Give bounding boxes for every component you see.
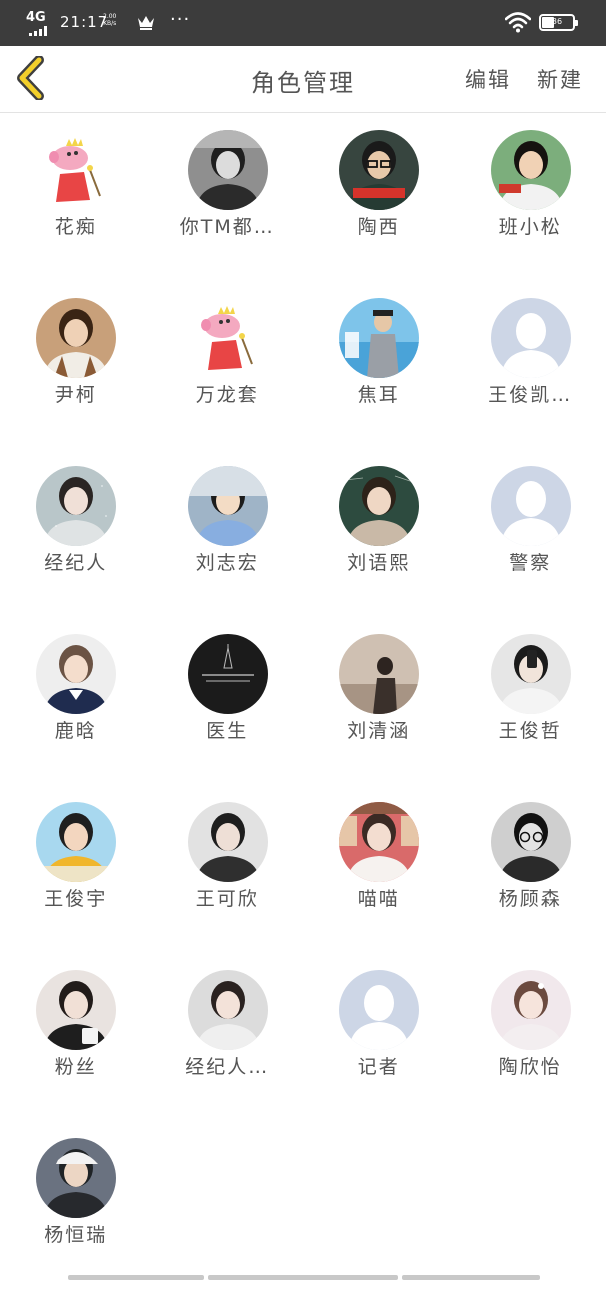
role-name: 陶欣怡: [455, 1052, 606, 1079]
role-item[interactable]: 经纪人…: [152, 953, 304, 1121]
clock: 21:17: [60, 13, 108, 31]
role-item[interactable]: 王俊凯…: [455, 281, 606, 449]
role-item[interactable]: 刘语熙: [303, 449, 455, 617]
role-name: 王俊宇: [0, 884, 152, 911]
role-item[interactable]: 喵喵: [303, 785, 455, 953]
avatar: [339, 802, 419, 882]
network-speed: 2.00 KB/s: [103, 13, 116, 27]
avatar: [36, 466, 116, 546]
network-type: 4G: [26, 10, 46, 25]
role-name: 杨顾森: [455, 884, 606, 911]
avatar: [491, 634, 571, 714]
role-item[interactable]: 陶西: [303, 113, 455, 281]
battery-icon: 36: [539, 14, 575, 31]
role-name: 医生: [152, 716, 304, 743]
new-button[interactable]: 新建: [537, 64, 583, 94]
edit-button[interactable]: 编辑: [465, 64, 511, 94]
role-name: 王俊哲: [455, 716, 606, 743]
scroll-indicator: [68, 1275, 540, 1280]
role-name: 警察: [455, 548, 606, 575]
role-name: 花痴: [0, 212, 152, 239]
scroll-segment: [208, 1275, 398, 1280]
avatar: [188, 634, 268, 714]
role-item[interactable]: 经纪人: [0, 449, 152, 617]
role-item[interactable]: 警察: [455, 449, 606, 617]
avatar: [491, 298, 571, 378]
role-item[interactable]: 刘清涵: [303, 617, 455, 785]
avatar: [36, 802, 116, 882]
role-item[interactable]: 花痴: [0, 113, 152, 281]
role-item[interactable]: 万龙套: [152, 281, 304, 449]
role-grid: 花痴你TM都…陶西班小松尹柯万龙套焦耳王俊凯… 经纪人刘志宏刘语熙警察鹿晗医生刘清…: [0, 113, 606, 1289]
role-name: 记者: [303, 1052, 455, 1079]
role-item[interactable]: 王俊宇: [0, 785, 152, 953]
avatar: [188, 466, 268, 546]
avatar: [339, 130, 419, 210]
role-item[interactable]: 王可欣: [152, 785, 304, 953]
avatar: [36, 298, 116, 378]
scroll-segment: [68, 1275, 204, 1280]
battery-level: 36: [541, 17, 573, 26]
crown-icon: [136, 13, 156, 31]
role-item[interactable]: 粉丝: [0, 953, 152, 1121]
role-name: 王俊凯…: [455, 380, 606, 407]
role-item[interactable]: 杨顾森: [455, 785, 606, 953]
avatar: [339, 634, 419, 714]
avatar: [36, 634, 116, 714]
role-name: 刘志宏: [152, 548, 304, 575]
role-name: 经纪人…: [152, 1052, 304, 1079]
scroll-segment: [402, 1275, 540, 1280]
role-item[interactable]: 班小松: [455, 113, 606, 281]
network-speed-unit: KB/s: [103, 20, 116, 27]
role-item[interactable]: 杨恒瑞: [0, 1121, 152, 1289]
role-name: 焦耳: [303, 380, 455, 407]
avatar: [491, 802, 571, 882]
role-item[interactable]: 记者: [303, 953, 455, 1121]
role-name: 杨恒瑞: [0, 1220, 152, 1247]
role-name: 陶西: [303, 212, 455, 239]
role-name: 万龙套: [152, 380, 304, 407]
role-name: 你TM都…: [152, 212, 304, 239]
avatar: [36, 1138, 116, 1218]
avatar: [491, 970, 571, 1050]
status-bar: 4G 21:17 2.00 KB/s ··· 36: [0, 0, 606, 46]
avatar: [36, 970, 116, 1050]
role-name: 刘清涵: [303, 716, 455, 743]
role-item[interactable]: 尹柯: [0, 281, 152, 449]
role-name: 王可欣: [152, 884, 304, 911]
role-name: 喵喵: [303, 884, 455, 911]
avatar: [491, 466, 571, 546]
role-name: 经纪人: [0, 548, 152, 575]
avatar: [188, 970, 268, 1050]
role-item[interactable]: 焦耳: [303, 281, 455, 449]
avatar: [491, 130, 571, 210]
avatar: [339, 466, 419, 546]
role-name: 鹿晗: [0, 716, 152, 743]
avatar: [339, 298, 419, 378]
avatar: [188, 802, 268, 882]
role-name: 刘语熙: [303, 548, 455, 575]
role-item[interactable]: 鹿晗: [0, 617, 152, 785]
role-item[interactable]: 你TM都…: [152, 113, 304, 281]
role-item[interactable]: 刘志宏: [152, 449, 304, 617]
signal-icon: [29, 26, 51, 36]
avatar: [188, 130, 268, 210]
network-speed-value: 2.00: [103, 13, 116, 20]
more-icon: ···: [170, 9, 190, 30]
wifi-icon: [505, 11, 531, 33]
header: 角色管理 编辑 新建: [0, 46, 606, 113]
page-title: 角色管理: [0, 63, 606, 98]
role-name: 粉丝: [0, 1052, 152, 1079]
role-item[interactable]: 医生: [152, 617, 304, 785]
avatar: [36, 130, 116, 210]
avatar: [188, 298, 268, 378]
role-item[interactable]: 王俊哲: [455, 617, 606, 785]
role-name: 班小松: [455, 212, 606, 239]
role-name: 尹柯: [0, 380, 152, 407]
avatar: [339, 970, 419, 1050]
role-item[interactable]: 陶欣怡: [455, 953, 606, 1121]
